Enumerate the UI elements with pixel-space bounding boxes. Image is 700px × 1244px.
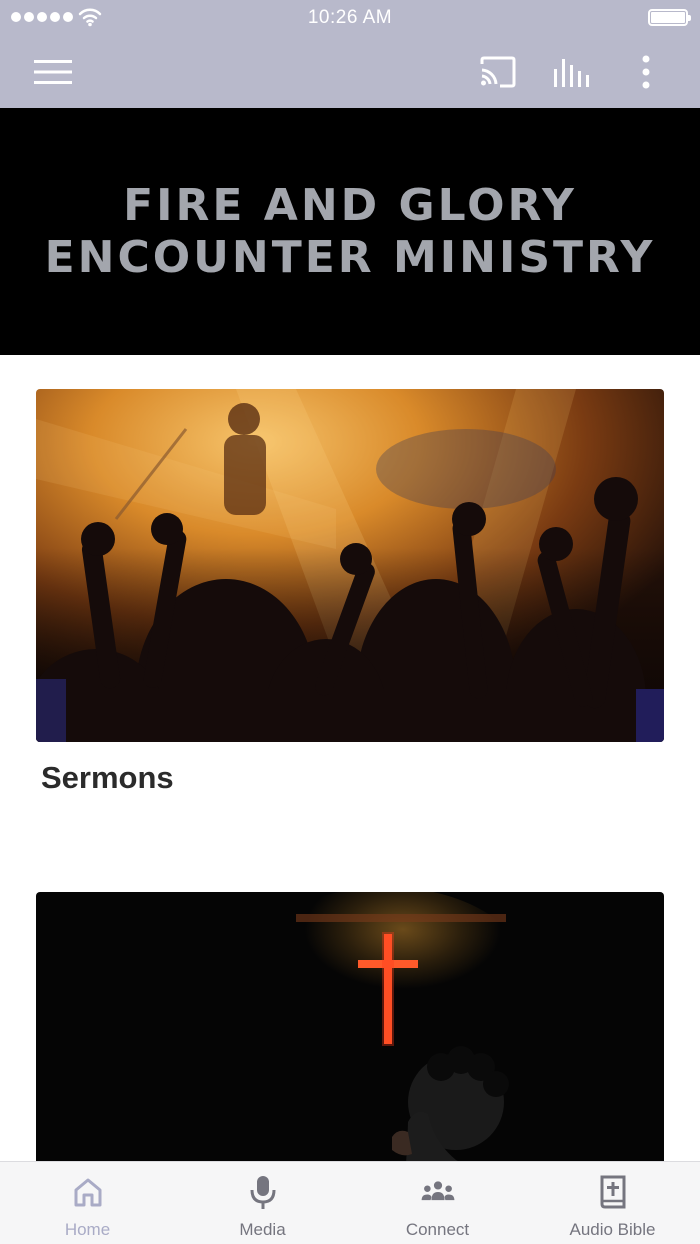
ministry-banner: FIRE AND GLORY ENCOUNTER MINISTRY [0,108,700,355]
bottom-tab-bar: Home Media Connect Audio Bible [0,1161,700,1244]
more-vertical-icon [642,55,650,89]
equalizer-icon [554,59,589,87]
people-icon [420,1174,456,1210]
more-options-button[interactable] [626,50,666,94]
tab-label: Home [64,1220,111,1239]
banner-title-line-1: FIRE AND GLORY [123,179,577,231]
cast-button[interactable] [472,50,524,94]
cross-prayer-photo [36,892,664,1161]
home-icon [70,1174,106,1210]
tab-label: Audio Bible [569,1220,656,1239]
prayer-card[interactable] [36,892,664,1161]
equalizer-button[interactable] [546,50,598,94]
menu-icon [34,60,72,84]
tab-label: Media [239,1220,286,1239]
nav-bar [0,36,700,108]
cast-icon [480,56,516,88]
worship-hands-photo [36,389,664,742]
sermons-card[interactable]: Sermons [36,389,664,796]
status-bar: 10:26 AM [0,0,700,36]
tab-connect[interactable]: Connect [350,1162,525,1244]
banner-title-line-2: ENCOUNTER MINISTRY [44,231,656,283]
microphone-icon [245,1174,281,1210]
content-feed[interactable]: Sermons [0,355,700,1161]
battery-icon [648,9,691,26]
tab-home[interactable]: Home [0,1162,175,1244]
menu-button[interactable] [28,50,78,94]
tab-label: Connect [405,1220,470,1239]
tab-media[interactable]: Media [175,1162,350,1244]
card-title: Sermons [41,760,174,795]
status-time: 10:26 AM [307,7,393,28]
tab-audio-bible[interactable]: Audio Bible [525,1162,700,1244]
app-header: 10:26 AM [0,0,700,108]
bible-icon [595,1174,631,1210]
